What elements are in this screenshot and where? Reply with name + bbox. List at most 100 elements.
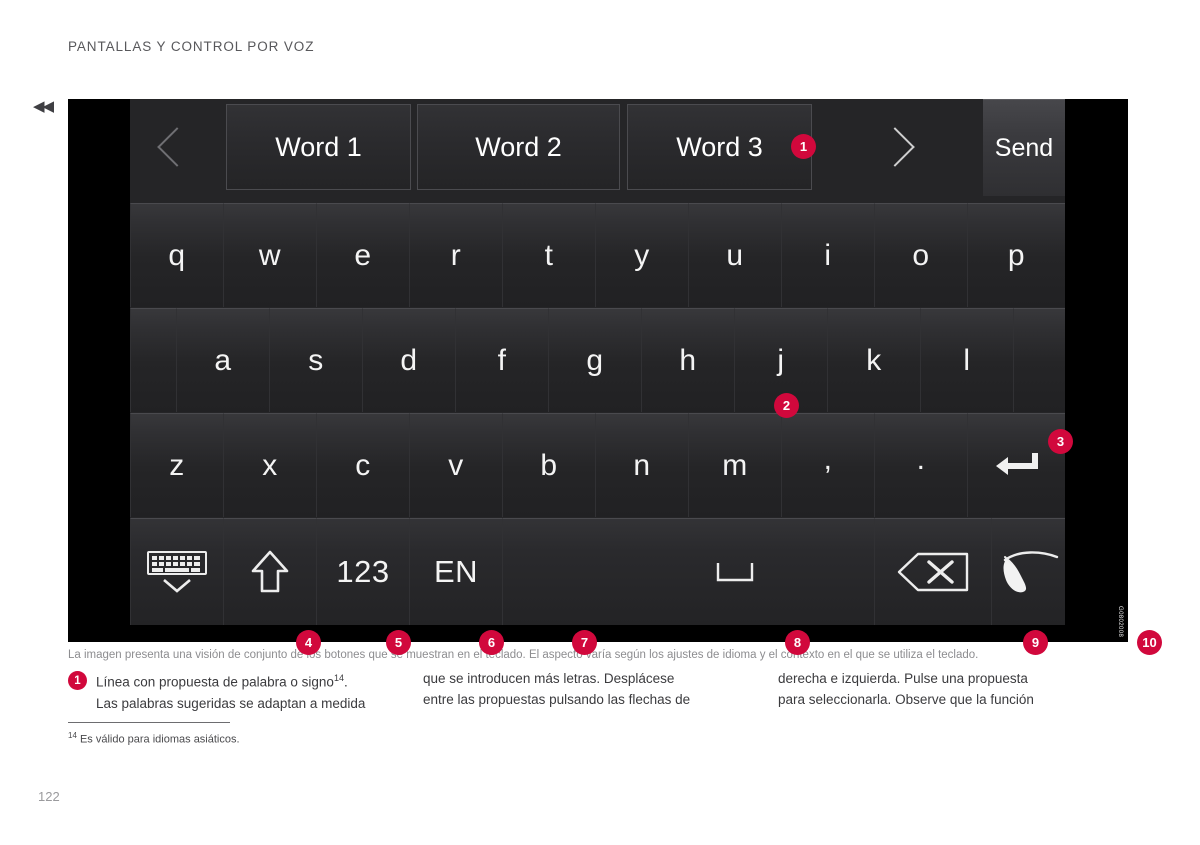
backspace-delete-icon xyxy=(897,552,969,592)
key-a[interactable]: a xyxy=(176,308,269,412)
key-w[interactable]: w xyxy=(223,203,316,307)
key-l[interactable]: l xyxy=(920,308,1013,412)
key-k[interactable]: k xyxy=(827,308,920,412)
key-label: u xyxy=(726,238,744,272)
numbers-button[interactable]: 123 xyxy=(316,518,409,625)
callout-7: 7 xyxy=(572,630,597,655)
hide-keyboard-button[interactable] xyxy=(130,518,223,625)
key-p[interactable]: p xyxy=(967,203,1065,307)
footnote-marker: 14 xyxy=(68,731,77,740)
key-s[interactable]: s xyxy=(269,308,362,412)
key-y[interactable]: y xyxy=(595,203,688,307)
key-f[interactable]: f xyxy=(455,308,548,412)
key-label: d xyxy=(400,343,418,377)
legend-block: 1 Línea con propuesta de palabra o signo… xyxy=(68,668,1133,714)
legend-column-2: que se introducen más letras. Desplácese… xyxy=(423,668,778,714)
suggestion-label: Word 3 xyxy=(676,131,763,162)
page-number: 122 xyxy=(38,789,60,804)
key-label: f xyxy=(497,343,507,377)
key-o[interactable]: o xyxy=(874,203,967,307)
key-h[interactable]: h xyxy=(641,308,734,412)
legend-col2-line-1: que se introducen más letras. Desplácese xyxy=(423,671,675,686)
page-title: PANTALLAS Y CONTROL POR VOZ xyxy=(68,39,315,54)
key-period[interactable]: . xyxy=(874,413,967,517)
legend-column-3-text: derecha e izquierda. Pulse una propuesta… xyxy=(778,668,1115,710)
key-label: b xyxy=(540,448,558,482)
key-n[interactable]: n xyxy=(595,413,688,517)
key-c[interactable]: c xyxy=(316,413,409,517)
legend-superscript: 14 xyxy=(333,673,344,683)
key-label: r xyxy=(450,238,462,272)
key-r[interactable]: r xyxy=(409,203,502,307)
key-label: h xyxy=(679,343,697,377)
key-v[interactable]: v xyxy=(409,413,502,517)
suggestion-label: Word 1 xyxy=(275,131,362,162)
keyboard-panel: Word 1 Word 2 Word 3 Send 1 q w e r t y … xyxy=(130,99,1162,655)
keyboard-illustration: Word 1 Word 2 Word 3 Send 1 q w e r t y … xyxy=(68,99,1162,655)
language-label: EN xyxy=(433,554,479,589)
key-g[interactable]: g xyxy=(548,308,641,412)
key-label: z xyxy=(169,448,185,482)
legend-line-2: Las palabras sugeridas se adaptan a medi… xyxy=(96,695,366,711)
shift-button[interactable] xyxy=(223,518,316,625)
suggestion-bar: Word 1 Word 2 Word 3 Send 1 xyxy=(130,99,1065,198)
legend-column-1-text: Línea con propuesta de palabra o signo14… xyxy=(96,668,405,714)
key-label: t xyxy=(544,238,554,272)
suggestion-word-1[interactable]: Word 1 xyxy=(226,104,411,190)
key-i[interactable]: i xyxy=(781,203,874,307)
send-label: Send xyxy=(994,133,1054,162)
chevron-left-icon xyxy=(157,127,197,167)
legend-column-1: 1 Línea con propuesta de palabra o signo… xyxy=(68,668,423,714)
key-e[interactable]: e xyxy=(316,203,409,307)
key-label: p xyxy=(1007,238,1026,272)
shift-up-arrow-icon xyxy=(251,550,289,593)
callout-1: 1 xyxy=(791,134,816,159)
callout-6: 6 xyxy=(479,630,504,655)
key-label: c xyxy=(355,448,371,482)
key-label: , xyxy=(823,442,833,476)
key-q[interactable]: q xyxy=(130,203,223,307)
key-label: o xyxy=(912,238,930,272)
key-label: l xyxy=(963,343,971,377)
key-label: g xyxy=(586,343,604,377)
backspace-key[interactable] xyxy=(874,518,991,625)
key-label: y xyxy=(634,238,650,272)
suggestion-prev-button[interactable] xyxy=(130,99,224,195)
language-button[interactable]: EN xyxy=(409,518,502,625)
key-label: a xyxy=(214,343,232,377)
handwriting-stylus-icon xyxy=(1003,551,1058,593)
send-button[interactable]: Send xyxy=(983,99,1065,196)
key-x[interactable]: x xyxy=(223,413,316,517)
key-label: n xyxy=(633,448,651,482)
key-label: e xyxy=(354,238,372,272)
legend-badge-1: 1 xyxy=(68,671,87,690)
key-t[interactable]: t xyxy=(502,203,595,307)
key-label: s xyxy=(308,343,324,377)
key-m[interactable]: m xyxy=(688,413,781,517)
key-enter[interactable] xyxy=(967,413,1065,517)
footnote-text: Es válido para idiomas asiáticos. xyxy=(79,733,240,746)
key-u[interactable]: u xyxy=(688,203,781,307)
callout-9: 9 xyxy=(1023,630,1048,655)
legend-col2-line-2: entre las propuestas pulsando las flecha… xyxy=(423,692,691,707)
callout-5: 5 xyxy=(386,630,411,655)
key-label: k xyxy=(866,343,882,377)
suggestion-word-3[interactable]: Word 3 xyxy=(627,104,812,190)
suggestion-label: Word 2 xyxy=(475,131,562,162)
key-b[interactable]: b xyxy=(502,413,595,517)
key-label: i xyxy=(824,238,832,272)
footnote-divider xyxy=(68,722,230,723)
enter-return-icon xyxy=(995,452,1038,475)
key-label: m xyxy=(722,448,748,482)
suggestion-next-button[interactable] xyxy=(820,99,970,195)
handwriting-button[interactable] xyxy=(991,518,1065,625)
suggestion-word-2[interactable]: Word 2 xyxy=(417,104,620,190)
space-bar-icon xyxy=(716,563,754,582)
key-label: . xyxy=(916,442,926,476)
key-label: j xyxy=(777,343,785,377)
key-z[interactable]: z xyxy=(130,413,223,517)
legend-col3-line-2: para seleccionarla. Observe que la funci… xyxy=(778,692,1034,707)
key-d[interactable]: d xyxy=(362,308,455,412)
legend-column-2-text: que se introducen más letras. Desplácese… xyxy=(423,668,760,710)
key-comma[interactable]: , xyxy=(781,413,874,517)
